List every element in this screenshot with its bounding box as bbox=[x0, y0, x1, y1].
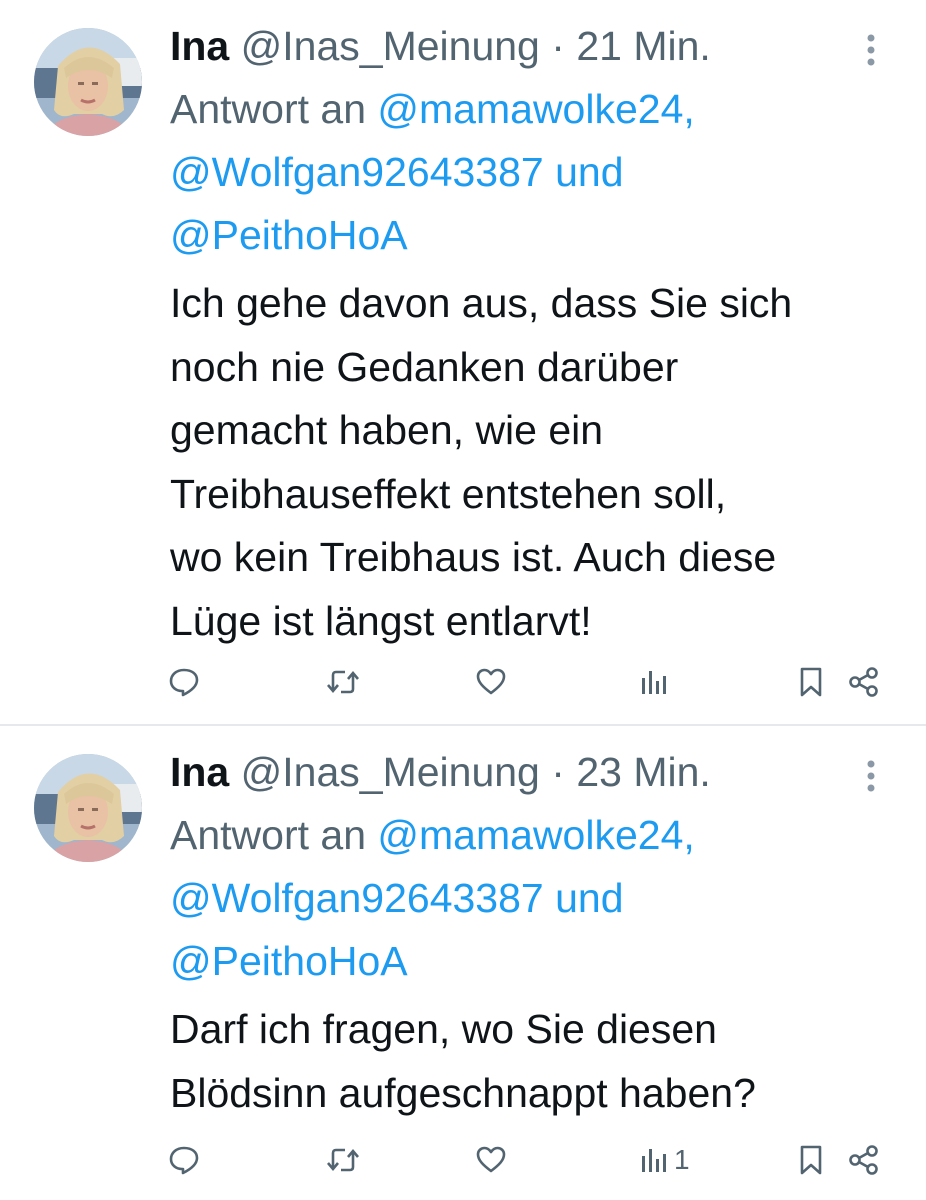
mention-link[interactable]: @mamawolke24, bbox=[377, 86, 694, 132]
tweet-header: Ina @Inas_Meinung · 23 Min. bbox=[170, 744, 711, 800]
reply-prefix: Antwort an bbox=[170, 812, 366, 858]
views-button[interactable]: 1 bbox=[640, 1130, 690, 1190]
reply-context: Antwort an @mamawolke24, @Wolfgan9264338… bbox=[170, 78, 890, 267]
author-handle[interactable]: @Inas_Meinung bbox=[241, 749, 540, 795]
tweet[interactable]: Ina @Inas_Meinung · 23 Min. Antwort an @… bbox=[0, 726, 926, 1200]
retweet-icon bbox=[327, 670, 359, 694]
reply-join: und bbox=[555, 875, 624, 921]
avatar[interactable] bbox=[34, 754, 142, 862]
reply-icon bbox=[169, 1146, 199, 1175]
bookmark-icon bbox=[800, 667, 822, 697]
tweet-text-line: Treibhauseffekt entstehen soll, bbox=[170, 470, 727, 517]
mention-link[interactable]: @PeithoHoA bbox=[170, 938, 408, 984]
views-icon bbox=[642, 1149, 666, 1172]
tweet-text: Ich gehe davon aus, dass Sie sich noch n… bbox=[170, 272, 900, 653]
author-handle[interactable]: @Inas_Meinung bbox=[241, 23, 540, 69]
tweet-text-line: noch nie Gedanken darüber bbox=[170, 343, 679, 390]
tweet-text-line: Darf ich fragen, wo Sie diesen bbox=[170, 1006, 717, 1052]
reply-icon bbox=[169, 668, 199, 697]
heart-icon bbox=[476, 668, 506, 695]
mention-link[interactable]: @Wolfgan92643387 bbox=[170, 875, 544, 921]
action-bar: 1 bbox=[0, 1130, 926, 1190]
avatar[interactable] bbox=[34, 28, 142, 136]
reply-button[interactable] bbox=[168, 652, 200, 712]
bookmark-icon bbox=[800, 1145, 822, 1175]
reply-prefix: Antwort an bbox=[170, 86, 366, 132]
tweet[interactable]: Ina @Inas_Meinung · 21 Min. Antwort an @… bbox=[0, 0, 926, 724]
reply-context: Antwort an @mamawolke24, @Wolfgan9264338… bbox=[170, 804, 890, 993]
reply-join: und bbox=[555, 149, 624, 195]
retweet-button[interactable] bbox=[326, 1130, 360, 1190]
tweet-text-line: wo kein Treibhaus ist. Auch diese bbox=[170, 534, 777, 580]
tweet-text-line: gemacht haben, wie ein bbox=[170, 407, 604, 453]
author-name[interactable]: Ina bbox=[170, 749, 229, 795]
tweet-text-line: Blödsinn aufgeschnappt haben? bbox=[170, 1069, 756, 1116]
timestamp[interactable]: 21 Min. bbox=[576, 23, 710, 69]
views-icon bbox=[642, 671, 666, 694]
tweet-text: Darf ich fragen, wo Sie diesen Blödsinn … bbox=[170, 998, 900, 1125]
like-button[interactable] bbox=[475, 1130, 507, 1190]
author-name[interactable]: Ina bbox=[170, 23, 229, 69]
mention-link[interactable]: @PeithoHoA bbox=[170, 212, 408, 258]
separator-dot: · bbox=[551, 23, 565, 69]
share-button[interactable] bbox=[848, 652, 880, 712]
mention-link[interactable]: @Wolfgan92643387 bbox=[170, 149, 544, 195]
reply-button[interactable] bbox=[168, 1130, 200, 1190]
tweet-text-line: Lüge ist längst entlarvt! bbox=[170, 597, 592, 644]
bookmark-button[interactable] bbox=[798, 652, 824, 712]
separator-dot: · bbox=[551, 749, 565, 795]
timestamp[interactable]: 23 Min. bbox=[576, 749, 710, 795]
mention-link[interactable]: @mamawolke24, bbox=[377, 812, 694, 858]
share-icon bbox=[849, 1145, 878, 1175]
more-options-icon[interactable] bbox=[856, 30, 886, 70]
action-bar bbox=[0, 652, 926, 712]
retweet-button[interactable] bbox=[326, 652, 360, 712]
share-icon bbox=[849, 667, 878, 697]
bookmark-button[interactable] bbox=[798, 1130, 824, 1190]
like-button[interactable] bbox=[475, 652, 507, 712]
share-button[interactable] bbox=[848, 1130, 880, 1190]
tweet-text-line: Ich gehe davon aus, dass Sie sich bbox=[170, 280, 793, 326]
views-count: 1 bbox=[674, 1144, 690, 1175]
heart-icon bbox=[476, 1146, 506, 1173]
tweet-header: Ina @Inas_Meinung · 21 Min. bbox=[170, 18, 711, 74]
views-button[interactable] bbox=[640, 652, 674, 712]
retweet-icon bbox=[327, 1148, 359, 1172]
more-options-icon[interactable] bbox=[856, 756, 886, 796]
